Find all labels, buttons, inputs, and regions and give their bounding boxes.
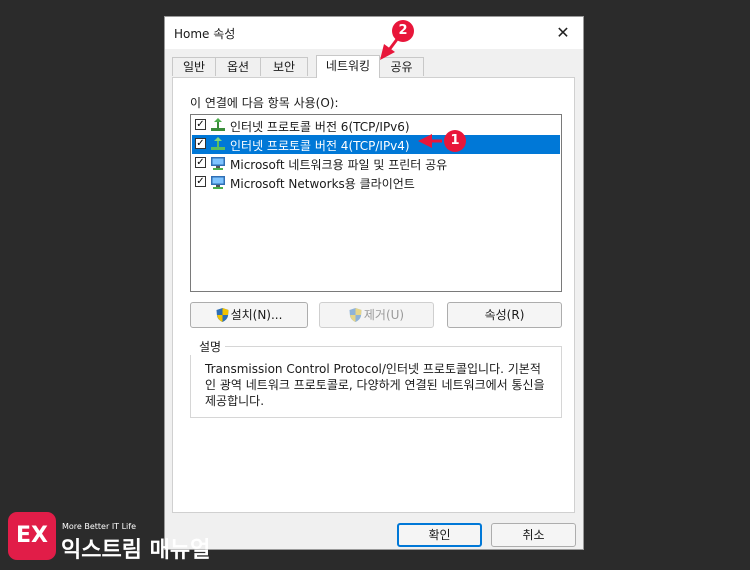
logo-name: 익스트림 매뉴얼 <box>61 538 211 563</box>
logo-tagline: More Better IT Life <box>62 522 137 531</box>
annotation-arrows <box>380 37 442 148</box>
annotation-arrowhead-1 <box>418 134 432 148</box>
tab-networking[interactable]: 네트워킹 <box>316 55 380 78</box>
logo-mark: EX <box>8 512 56 560</box>
annotation-badge-1: 1 <box>444 130 466 152</box>
annotation-badge-2: 2 <box>392 20 414 42</box>
